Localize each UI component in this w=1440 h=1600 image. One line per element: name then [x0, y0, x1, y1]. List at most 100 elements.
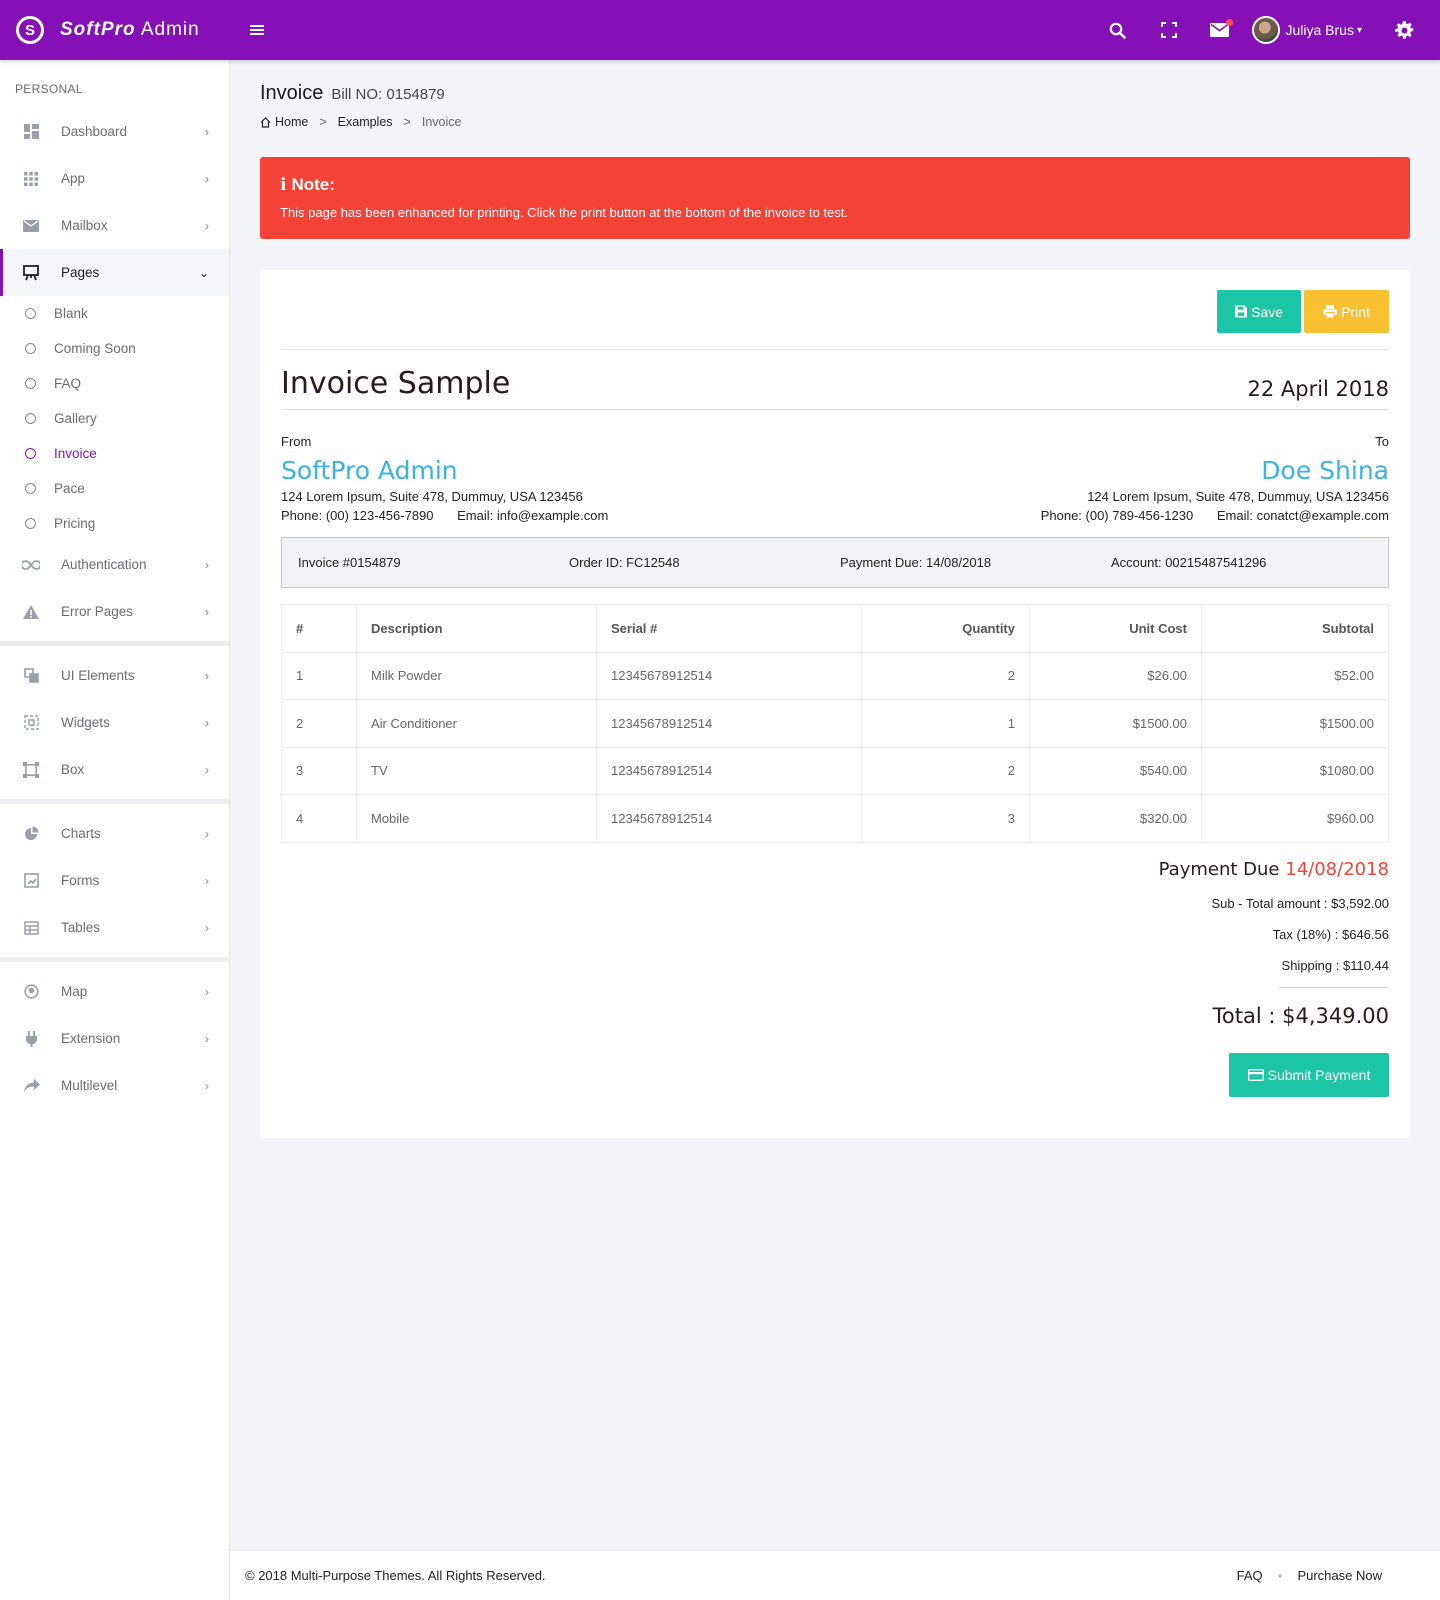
sidebar-item-dashboard[interactable]: Dashboard › — [0, 108, 229, 155]
table-cell: 4 — [281, 794, 357, 843]
plug-icon — [22, 1030, 40, 1048]
breadcrumb-examples[interactable]: Examples — [338, 115, 393, 129]
from-name: SoftPro Admin — [281, 456, 458, 485]
print-button[interactable]: Print — [1304, 290, 1389, 333]
menu-icon[interactable] — [250, 25, 264, 35]
sidebar-item-label: Map — [61, 984, 88, 999]
table-cell: 12345678912514 — [596, 746, 862, 795]
submit-payment-button[interactable]: Submit Payment — [1229, 1052, 1389, 1097]
sidebar-item-map[interactable]: Map › — [0, 968, 229, 1015]
sidebar-item-extension[interactable]: Extension › — [0, 1015, 229, 1062]
sidebar-item-pages[interactable]: Pages ⌄ — [0, 249, 229, 296]
circle-icon — [25, 448, 36, 459]
from-phone: Phone: (00) 123-456-7890 — [281, 508, 434, 523]
chevron-right-icon: › — [205, 557, 209, 572]
sidebar-section-label: PERSONAL — [15, 82, 83, 96]
sidebar-item-box[interactable]: Box › — [0, 746, 229, 793]
footer-link-faq[interactable]: FAQ — [1237, 1568, 1263, 1583]
breadcrumb-home[interactable]: Home — [275, 115, 308, 129]
sidebar-subitem-pace[interactable]: Pace — [0, 471, 229, 506]
sidebar-subitem-pricing[interactable]: Pricing — [0, 506, 229, 541]
table-cell: 1 — [861, 699, 1030, 748]
breadcrumb-separator: > — [319, 115, 327, 129]
sidebar-subitem-gallery[interactable]: Gallery — [0, 401, 229, 436]
invoice-card: Save Print Invoice Sample 22 April 2018 … — [260, 270, 1410, 1138]
share-icon — [22, 1077, 40, 1095]
chevron-right-icon: › — [205, 826, 209, 841]
sidebar-item-label: Tables — [61, 920, 101, 935]
sidebar-subitem-coming-soon[interactable]: Coming Soon — [0, 331, 229, 366]
table-cell: 3 — [861, 794, 1030, 843]
sidebar-item-forms[interactable]: Forms › — [0, 857, 229, 904]
sidebar-subitem-faq[interactable]: FAQ — [0, 366, 229, 401]
table-cell: $320.00 — [1029, 794, 1202, 843]
from-label: From — [281, 434, 312, 449]
layers-icon — [22, 667, 40, 685]
chevron-right-icon: › — [205, 715, 209, 730]
save-button-label: Save — [1251, 303, 1283, 320]
sidebar-item-error-pages[interactable]: Error Pages › — [0, 588, 229, 635]
page-title: Invoice — [260, 82, 324, 104]
table-cell: 3 — [281, 746, 357, 795]
sidebar-item-widgets[interactable]: Widgets › — [0, 699, 229, 746]
column-header: Quantity — [861, 604, 1030, 653]
forms-icon — [22, 872, 40, 890]
to-phone: Phone: (00) 789-456-1230 — [1040, 508, 1194, 523]
circle-icon — [25, 378, 36, 389]
chevron-right-icon: › — [205, 124, 209, 139]
sidebar-item-app[interactable]: App › — [0, 155, 229, 202]
main-content: Invoice Bill NO: 0154879 Home > Examples… — [260, 60, 1410, 1138]
sidebar-item-label: Error Pages — [61, 604, 134, 619]
infinity-icon — [22, 556, 40, 574]
brand[interactable]: S SoftPro Admin — [0, 0, 230, 60]
settings-icon[interactable] — [1384, 10, 1424, 50]
sidebar-item-multilevel[interactable]: Multilevel › — [0, 1062, 229, 1109]
user-menu[interactable]: Juliya Brus ▾ — [1251, 16, 1362, 44]
payment-due-info: Payment Due: 14/08/2018 — [840, 555, 992, 570]
submit-payment-label: Submit Payment — [1267, 1066, 1371, 1083]
sidebar-item-charts[interactable]: Charts › — [0, 810, 229, 857]
sidebar-item-label: UI Elements — [61, 668, 135, 683]
sidebar-subitem-invoice[interactable]: Invoice — [0, 436, 229, 471]
sidebar-item-authentication[interactable]: Authentication › — [0, 541, 229, 588]
note-text: This page has been enhanced for printing… — [280, 205, 849, 220]
widgets-icon — [22, 714, 40, 732]
invoice-date: 22 April 2018 — [1247, 377, 1389, 401]
invoice-info-bar: Invoice #0154879 Order ID: FC12548 Payme… — [281, 537, 1389, 588]
apps-grid-icon — [22, 170, 40, 188]
invoice-totals: Payment Due 14/08/2018 Sub - Total amoun… — [281, 859, 1389, 1097]
sidebar-subitem-label: Coming Soon — [54, 341, 136, 356]
mail-icon[interactable] — [1200, 10, 1240, 50]
to-name: Doe Shina — [1261, 456, 1389, 485]
footer-link-purchase[interactable]: Purchase Now — [1297, 1568, 1382, 1583]
print-icon — [1323, 305, 1338, 318]
sidebar-divider — [0, 957, 229, 962]
map-pin-icon — [22, 983, 40, 1001]
column-header: Unit Cost — [1029, 604, 1202, 653]
shipping-amount: Shipping : $110.44 — [1281, 957, 1389, 973]
table-cell: $540.00 — [1029, 746, 1202, 795]
sidebar-item-tables[interactable]: Tables › — [0, 904, 229, 951]
invoice-from: From SoftPro Admin 124 Lorem Ipsum, Suit… — [281, 434, 608, 523]
avatar — [1251, 16, 1280, 44]
brand-logo-icon: S — [16, 16, 44, 44]
page-subtitle: Bill NO: 0154879 — [331, 86, 445, 103]
chevron-right-icon: › — [205, 920, 209, 935]
sidebar-item-label: Charts — [61, 826, 101, 841]
table-cell: 12345678912514 — [596, 794, 862, 843]
print-note-alert: i Note: This page has been enhanced for … — [260, 157, 1410, 239]
save-button[interactable]: Save — [1217, 290, 1301, 333]
chevron-down-icon: ▾ — [1356, 24, 1362, 36]
chevron-right-icon: › — [205, 668, 209, 683]
fullscreen-icon[interactable] — [1149, 10, 1189, 50]
brand-name-italic: Pro — [100, 19, 136, 40]
sidebar-item-ui-elements[interactable]: UI Elements › — [0, 652, 229, 699]
table-cell: 12345678912514 — [596, 651, 862, 700]
table-row: 4 Mobile 12345678912514 3 $320.00 $960.0… — [281, 794, 1389, 843]
table-row: 2 Air Conditioner 12345678912514 1 $1500… — [281, 699, 1389, 748]
sidebar-subitem-blank[interactable]: Blank — [0, 296, 229, 331]
tax-amount: Tax (18%) : $646.56 — [1272, 926, 1389, 942]
sidebar-item-label: Multilevel — [61, 1078, 118, 1093]
search-icon[interactable] — [1098, 10, 1138, 50]
sidebar-item-mailbox[interactable]: Mailbox › — [0, 202, 229, 249]
